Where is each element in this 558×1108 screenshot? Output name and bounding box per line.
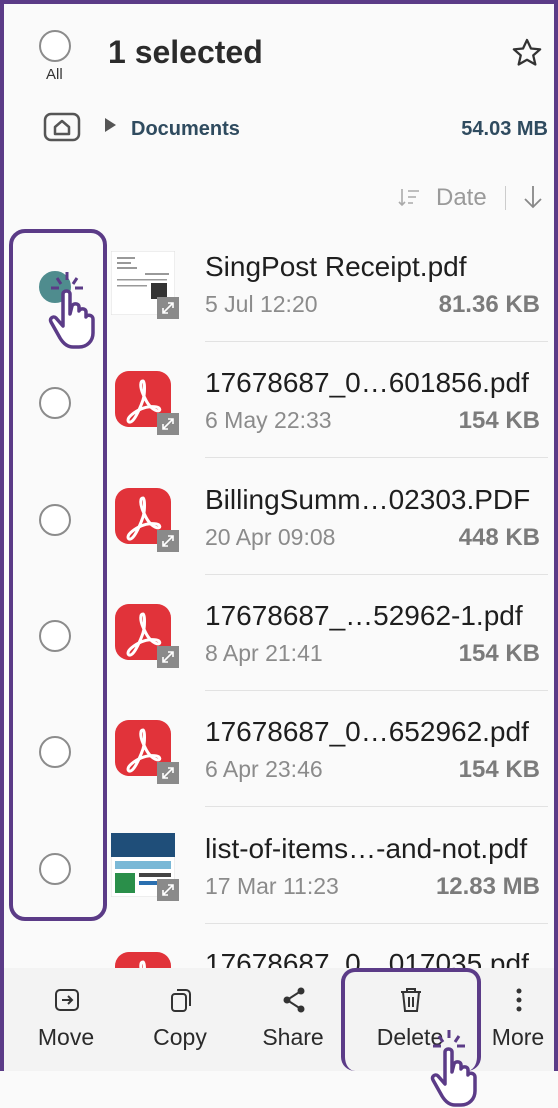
copy-label: Copy [153, 1024, 207, 1050]
chevron-right-icon [105, 118, 116, 132]
file-size: 154 KB [458, 756, 540, 783]
file-name: list-of-items…-and-not.pdf [205, 833, 528, 864]
file-name: 17678687_0…601856.pdf [205, 367, 529, 398]
move-icon [55, 989, 79, 1011]
file-name: 17678687_…52962-1.pdf [205, 600, 523, 631]
copy-icon [171, 989, 191, 1012]
recycling-thumbnail [110, 832, 179, 901]
select-all-label: All [46, 66, 63, 83]
breadcrumb-documents[interactable]: Documents [131, 118, 240, 141]
frame-left [0, 0, 4, 1071]
breadcrumb: Documents 54.03 MB [0, 108, 558, 152]
file-name: BillingSumm…02303.PDF [205, 484, 531, 515]
file-date: 5 Jul 12:20 [205, 291, 318, 317]
row-divider [205, 690, 548, 691]
share-label: Share [262, 1024, 324, 1050]
pdf-icon [111, 484, 179, 552]
selection-count-title: 1 selected [108, 34, 263, 70]
tap-hand-icon [48, 272, 95, 349]
row-divider [205, 574, 548, 575]
file-date: 6 May 22:33 [205, 407, 332, 433]
row-divider [205, 341, 548, 342]
more-vertical-icon [516, 988, 522, 1012]
row-divider [205, 923, 548, 924]
sort-divider [505, 186, 506, 210]
row-divider [205, 806, 548, 807]
row-divider [205, 457, 548, 458]
file-size: 448 KB [458, 524, 540, 551]
file-name: 17678687_0…652962.pdf [205, 716, 529, 747]
pdf-icon [111, 716, 179, 784]
select-all-checkbox[interactable] [39, 30, 71, 62]
star-icon[interactable] [510, 36, 544, 70]
selection-header: All 1 selected [0, 0, 558, 110]
share-icon [283, 987, 305, 1013]
tap-hand-icon-delete [430, 1030, 477, 1107]
copy-button[interactable]: Copy [130, 968, 230, 1071]
folder-size: 54.03 MB [461, 118, 548, 140]
frame-right [554, 0, 558, 1071]
share-button[interactable]: Share [243, 968, 343, 1071]
file-date: 6 Apr 23:46 [205, 756, 323, 782]
file-date: 20 Apr 09:08 [205, 524, 336, 550]
sort-bar: Date [0, 178, 558, 218]
home-folder-icon[interactable] [43, 112, 81, 142]
sort-label[interactable]: Date [436, 184, 487, 212]
arrow-down-icon[interactable] [522, 184, 544, 210]
move-button[interactable]: Move [16, 968, 116, 1071]
file-size: 12.83 MB [435, 873, 540, 900]
file-size: 154 KB [458, 407, 540, 434]
move-label: Move [37, 1024, 95, 1050]
file-name: SingPost Receipt.pdf [205, 251, 467, 282]
file-date: 8 Apr 21:41 [205, 640, 323, 666]
frame-top [0, 0, 558, 4]
file-size: 81.36 KB [438, 291, 540, 318]
sort-icon[interactable] [398, 186, 420, 208]
pdf-icon [111, 367, 179, 435]
file-size: 154 KB [458, 640, 540, 667]
receipt-thumbnail [110, 250, 179, 319]
file-date: 17 Mar 11:23 [205, 873, 339, 899]
pdf-icon [111, 600, 179, 668]
